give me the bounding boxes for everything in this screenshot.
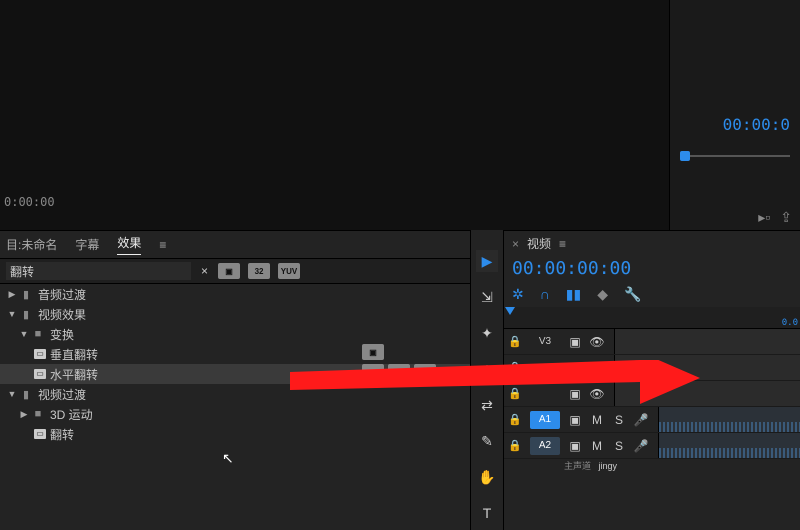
marker-icon[interactable]: ◆ (597, 286, 608, 303)
ripple-tool-icon[interactable]: ✦ (476, 322, 498, 344)
mouse-cursor-icon: ↖ (222, 450, 234, 467)
mute-label[interactable]: M (586, 439, 608, 453)
program-scrubber[interactable] (680, 145, 790, 165)
effects-search-input[interactable] (6, 262, 191, 280)
badge-yuv-icon: YUV (414, 364, 436, 380)
effects-tree: ▶▮音频过渡 ▼▮视频效果 ▼■变换 ▭垂直翻转▣ ▭水平翻转▣32YUV ▼▮… (0, 284, 470, 530)
eye-icon[interactable]: 👁 (586, 335, 608, 349)
track-tag[interactable] (530, 385, 560, 403)
razor-tool-icon[interactable]: ◆ (476, 358, 498, 380)
toolbar: ▶ ⇲ ✦ ◆ ⇄ ✎ ✋ T (470, 230, 504, 530)
fx-toggle-icon[interactable]: ▣ (564, 335, 586, 349)
timeline-playhead-icon[interactable] (505, 307, 515, 315)
panel-menu-icon[interactable]: ≡ (159, 238, 166, 252)
selection-tool-icon[interactable]: ▶ (476, 250, 498, 272)
track-v2[interactable]: 🔒 ▣👁 (504, 355, 800, 381)
timeline-menu-icon[interactable]: ≡ (559, 237, 566, 251)
program-timecode: 00:00:0 (723, 115, 790, 134)
solo-label[interactable]: S (608, 439, 630, 453)
step-icon[interactable]: ▸▫ (758, 209, 770, 226)
track-v1[interactable]: 🔒 ▣👁 (504, 381, 800, 407)
track-content[interactable] (658, 433, 800, 458)
bin-video-effects[interactable]: ▼▮视频效果 (0, 304, 470, 324)
tab-captions[interactable]: 字幕 (75, 236, 99, 253)
export-frame-icon[interactable]: ⇪ (780, 209, 792, 226)
track-tag[interactable] (530, 359, 560, 377)
track-select-tool-icon[interactable]: ⇲ (476, 286, 498, 308)
tab-effects[interactable]: 效果 (117, 234, 141, 255)
settings-icon[interactable]: 🔧 (624, 286, 641, 303)
lock-icon[interactable]: 🔒 (504, 387, 526, 400)
fx-toggle-icon[interactable]: ▣ (564, 387, 586, 401)
tab-project[interactable]: 目:未命名 (6, 236, 57, 253)
eye-icon[interactable]: 👁 (586, 387, 608, 401)
mute-label[interactable]: M (586, 413, 608, 427)
program-monitor: 00:00:0 ▸▫ ⇪ (670, 0, 800, 230)
hand-tool-icon[interactable]: ✋ (476, 466, 498, 488)
bin-audio-transitions[interactable]: ▶▮音频过渡 (0, 284, 470, 304)
track-tag[interactable]: A2 (530, 437, 560, 455)
lock-icon[interactable]: 🔒 (504, 439, 526, 452)
badge-32-icon: 32 (388, 364, 410, 380)
track-content[interactable] (614, 381, 800, 406)
lock-icon[interactable]: 🔒 (504, 361, 526, 374)
bin-video-transitions[interactable]: ▼▮视频过渡 (0, 384, 470, 404)
master-label: 主声道 (564, 461, 591, 471)
time-ruler[interactable]: 0.0 (504, 307, 800, 329)
bin-3d-motion[interactable]: ▶■3D 运动 (0, 404, 470, 424)
fx-flip[interactable]: ▭翻转 (0, 424, 470, 444)
type-tool-icon[interactable]: T (476, 502, 498, 524)
track-content[interactable] (614, 355, 800, 380)
clear-search-icon[interactable]: × (199, 264, 210, 278)
timeline-close-icon[interactable]: × (512, 237, 519, 251)
solo-label[interactable]: S (608, 413, 630, 427)
eye-icon[interactable]: 👁 (586, 361, 608, 375)
watermark: jingy (599, 461, 618, 471)
fx-toggle-icon[interactable]: ▣ (564, 361, 586, 375)
fx-toggle-icon[interactable]: ▣ (564, 413, 586, 427)
track-tag[interactable]: A1 (530, 411, 560, 429)
track-content[interactable] (658, 407, 800, 432)
badge-32[interactable]: 32 (248, 263, 270, 279)
mic-icon[interactable]: 🎤 (630, 439, 652, 453)
playhead-icon[interactable] (680, 151, 690, 161)
lock-icon[interactable]: 🔒 (504, 413, 526, 426)
track-a2[interactable]: 🔒 A2 ▣MS🎤 (504, 433, 800, 459)
timeline-panel: × 视频 ≡ 00:00:00:00 ✲ ∩ ▮▮ ◆ 🔧 0.0 🔒V3▣👁 … (504, 230, 800, 530)
source-monitor: 0:00:00 (0, 0, 670, 230)
timeline-timecode[interactable]: 00:00:00:00 (504, 256, 800, 281)
source-timecode: 0:00:00 (4, 195, 55, 209)
accel-badge-icon[interactable]: ▣ (218, 263, 240, 279)
badge-yuv[interactable]: YUV (278, 263, 300, 279)
track-tag[interactable]: V3 (530, 333, 560, 351)
effects-panel: 目:未命名 字幕 效果 ≡ × ▣ 32 YUV ▶▮音频过渡 ▼▮视频效果 ▼… (0, 230, 470, 530)
mic-icon[interactable]: 🎤 (630, 413, 652, 427)
linked-sel-icon[interactable]: ▮▮ (566, 286, 581, 303)
magnet-icon[interactable]: ∩ (540, 286, 550, 302)
fx-vertical-flip[interactable]: ▭垂直翻转▣ (0, 344, 470, 364)
slip-tool-icon[interactable]: ⇄ (476, 394, 498, 416)
accel-icon: ▣ (362, 364, 384, 380)
bin-transform[interactable]: ▼■变换 (0, 324, 470, 344)
lock-icon[interactable]: 🔒 (504, 335, 526, 348)
fx-toggle-icon[interactable]: ▣ (564, 439, 586, 453)
accel-icon: ▣ (362, 344, 384, 360)
ruler-tick-label: 0.0 (782, 318, 798, 328)
fx-horizontal-flip[interactable]: ▭水平翻转▣32YUV (0, 364, 470, 384)
pen-tool-icon[interactable]: ✎ (476, 430, 498, 452)
track-content[interactable] (614, 329, 800, 354)
timeline-title[interactable]: 视频 (527, 235, 551, 252)
track-v3[interactable]: 🔒 V3 ▣👁 (504, 329, 800, 355)
track-a1[interactable]: 🔒 A1 ▣MS🎤 (504, 407, 800, 433)
snap-icon[interactable]: ✲ (512, 286, 524, 303)
